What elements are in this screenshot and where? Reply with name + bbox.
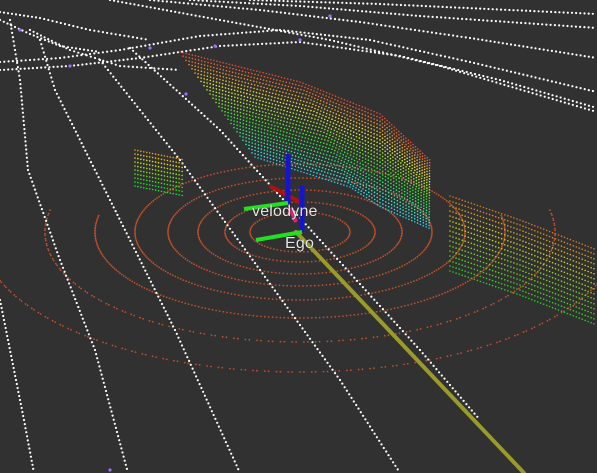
ego-path-line	[294, 230, 526, 473]
left-point-cluster	[134, 149, 183, 197]
right-point-cluster	[449, 195, 595, 325]
rviz-3d-viewport[interactable]: velodyne Ego	[0, 0, 597, 473]
lidar-rings	[0, 163, 597, 373]
frame-label-ego: Ego	[285, 235, 315, 252]
frame-label-velodyne: velodyne	[252, 203, 318, 220]
